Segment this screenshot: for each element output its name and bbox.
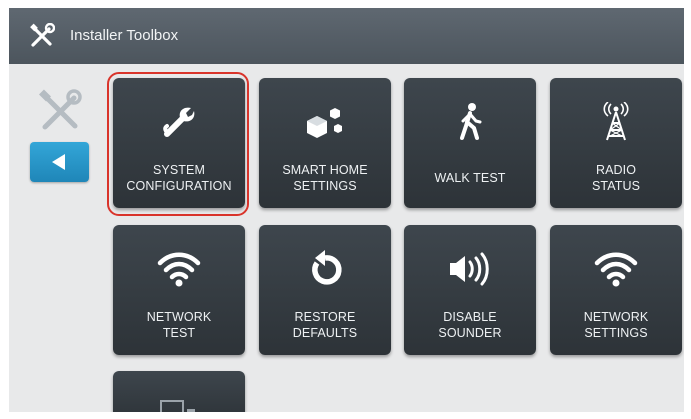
tile-label: SMART HOME SETTINGS [282,163,368,193]
tile-smart-home-settings[interactable]: SMART HOME SETTINGS [259,78,391,208]
chevron-left-icon [52,154,65,170]
tile-walk-test[interactable]: WALK TEST [404,78,536,208]
tile-label: WALK TEST [434,171,506,185]
tile-restore-defaults[interactable]: RESTORE DEFAULTS [259,225,391,355]
tile-label: RADIO STATUS [591,163,641,193]
smart-home-cubes-icon [307,108,342,138]
tools-icon [30,23,55,47]
title-bar: Installer Toolbox [9,8,684,64]
tile-label: RESTORE DEFAULTS [292,310,358,340]
tile-label: DISABLE SOUNDER [438,310,502,340]
speaker-icon [450,252,489,286]
installer-toolbox-screen: Installer Toolbox SYSTEM CONFIGURATION S… [9,8,684,412]
tile-partial[interactable] [113,371,245,412]
wifi-icon [594,252,638,287]
back-button[interactable] [30,142,89,182]
page-title: Installer Toolbox [70,27,179,44]
tile-label: NETWORK SETTINGS [583,310,649,340]
radio-tower-icon [603,102,629,141]
wifi-icon [157,252,201,287]
tile-disable-sounder[interactable]: DISABLE SOUNDER [404,225,536,355]
walking-person-icon [460,103,482,140]
tools-icon [38,89,82,130]
selection-highlight [107,72,249,216]
tile-label: NETWORK TEST [146,310,212,340]
tile-radio-status[interactable]: RADIO STATUS [550,78,682,208]
tile-network-settings[interactable]: NETWORK SETTINGS [550,225,682,355]
restore-icon [312,250,342,285]
device-icon [160,400,195,412]
tile-network-test[interactable]: NETWORK TEST [113,225,245,355]
